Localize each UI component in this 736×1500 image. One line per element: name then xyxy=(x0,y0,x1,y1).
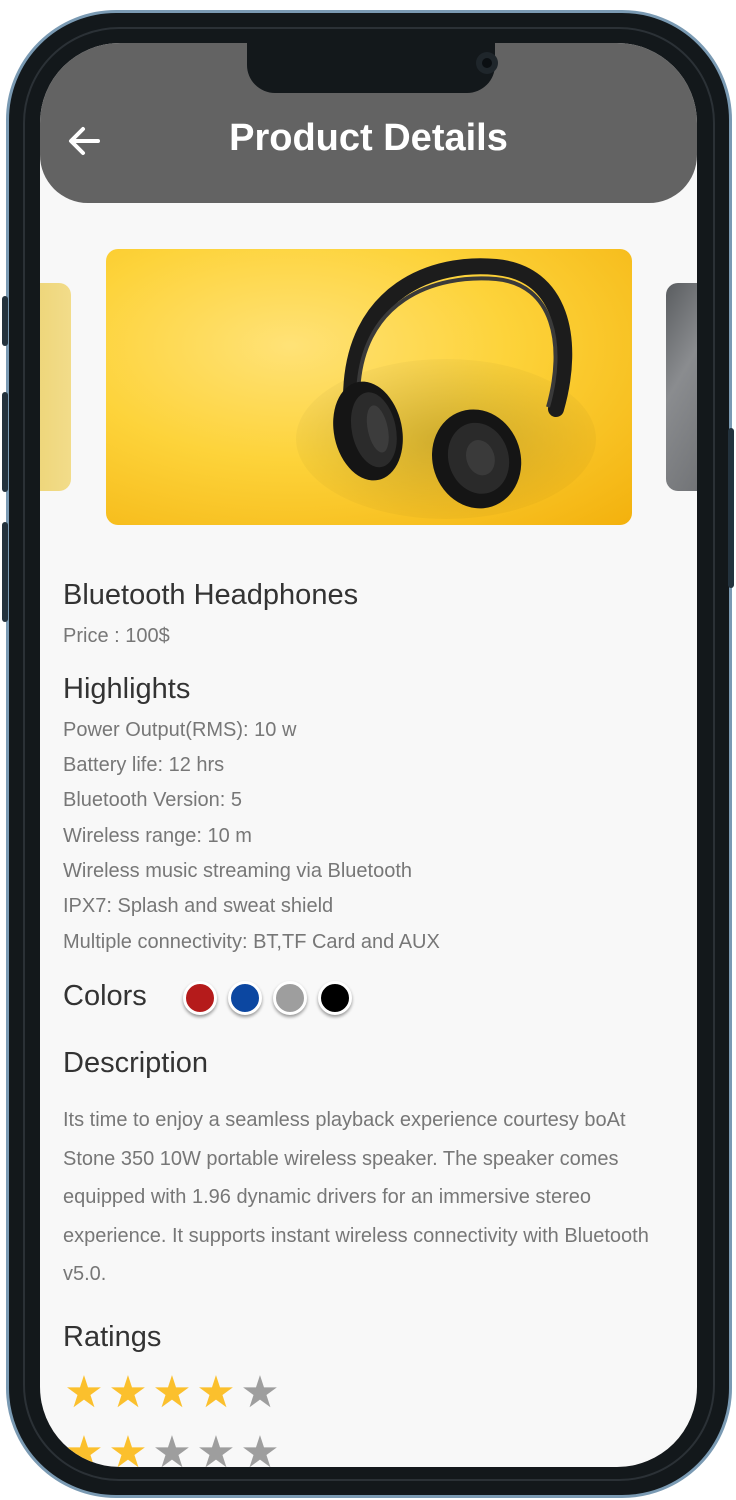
star-filled-icon[interactable]: ★ xyxy=(63,1371,107,1415)
highlight-item: Battery life: 12 hrs xyxy=(63,754,225,776)
star-empty-icon[interactable]: ★ xyxy=(239,1371,283,1415)
star-filled-icon[interactable]: ★ xyxy=(195,1371,239,1415)
highlight-item: Power Output(RMS): 10 w xyxy=(63,719,297,741)
color-swatch-black[interactable] xyxy=(318,981,352,1015)
star-filled-icon[interactable]: ★ xyxy=(151,1371,195,1415)
notch xyxy=(247,43,498,93)
carousel-image-next[interactable] xyxy=(666,283,697,491)
star-empty-icon[interactable]: ★ xyxy=(151,1431,195,1468)
side-button-volume-down xyxy=(2,522,8,622)
carousel-image-prev[interactable] xyxy=(40,283,71,491)
colors-label: Colors xyxy=(63,980,147,1012)
product-name: Bluetooth Headphones xyxy=(63,579,359,611)
rating-row: ★★★★★ xyxy=(63,1371,283,1415)
side-button-mute xyxy=(2,296,8,346)
star-filled-icon[interactable]: ★ xyxy=(63,1431,107,1468)
highlight-item: Wireless range: 10 m xyxy=(63,825,252,847)
description-text: Its time to enjoy a seamless playback ex… xyxy=(63,1109,649,1285)
star-filled-icon[interactable]: ★ xyxy=(107,1431,151,1468)
color-swatch-red[interactable] xyxy=(183,981,217,1015)
product-price: Price : 100$ xyxy=(63,625,170,647)
highlights-heading: Highlights xyxy=(63,673,191,705)
rating-row: ★★★★★ xyxy=(63,1431,283,1468)
page-title: Product Details xyxy=(229,117,508,159)
description-heading: Description xyxy=(63,1047,209,1079)
color-swatch-blue[interactable] xyxy=(228,981,262,1015)
highlight-item: Bluetooth Version: 5 xyxy=(63,789,243,811)
color-swatch-grey[interactable] xyxy=(273,981,307,1015)
product-image[interactable] xyxy=(106,249,632,525)
highlight-item: IPX7: Splash and sweat shield xyxy=(63,895,334,917)
side-button-power xyxy=(728,428,734,588)
ratings-heading: Ratings xyxy=(63,1321,162,1353)
highlight-item: Wireless music streaming via Bluetooth xyxy=(63,860,413,882)
camera-icon xyxy=(476,52,498,74)
star-empty-icon[interactable]: ★ xyxy=(239,1431,283,1468)
star-empty-icon[interactable]: ★ xyxy=(195,1431,239,1468)
headphones-icon xyxy=(296,258,596,519)
side-button-volume-up xyxy=(2,392,8,492)
screen: Product Details Bluetooth Headphones Pri… xyxy=(40,43,697,1467)
highlight-item: Multiple connectivity: BT,TF Card and AU… xyxy=(63,931,440,953)
star-filled-icon[interactable]: ★ xyxy=(107,1371,151,1415)
